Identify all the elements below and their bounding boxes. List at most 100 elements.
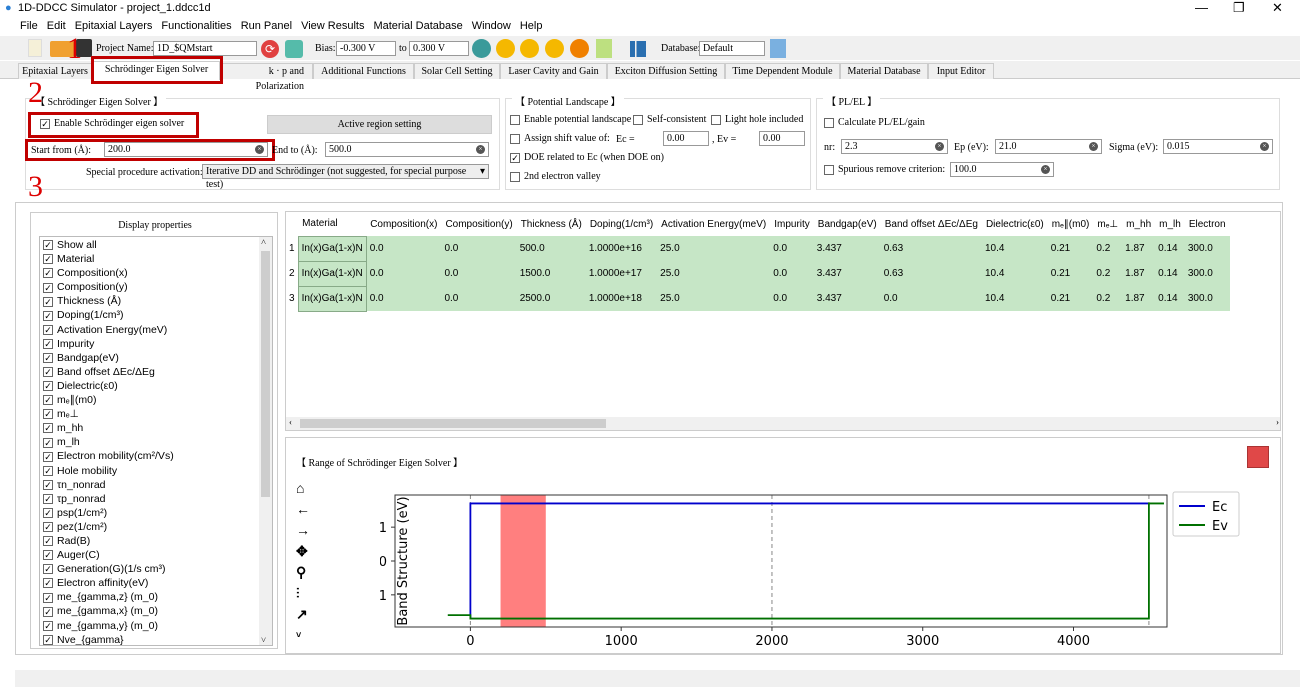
property-checkbox[interactable]: ✓ Bandgap(eV) (43, 351, 272, 365)
property-checkbox[interactable]: ✓ pez(1/cm²) (43, 520, 272, 534)
table-cell[interactable]: 0.2 (1093, 286, 1123, 311)
results-chart-icon[interactable] (630, 41, 646, 57)
special-procedure-select[interactable]: Iterative DD and Schrödinger (not sugges… (202, 164, 489, 190)
column-header[interactable]: Dielectric(ε0) (982, 212, 1048, 236)
column-header[interactable]: Electron (1185, 212, 1230, 236)
table-cell[interactable]: 0.21 (1047, 236, 1094, 261)
bar-chart-icon[interactable] (1247, 446, 1269, 468)
property-checkbox[interactable]: ✓ me_{gamma,x} (m_0) (43, 604, 272, 618)
clean-icon[interactable] (596, 39, 612, 58)
project-name-input[interactable]: 1D_$QMstart (153, 41, 257, 56)
property-checkbox[interactable]: ✓ Activation Energy(meV) (43, 323, 272, 337)
column-header[interactable]: Impurity (770, 212, 814, 236)
minimize-button[interactable]: — (1195, 0, 1208, 15)
column-header[interactable]: mₑ⊥ (1093, 212, 1122, 236)
table-cell[interactable]: 3.437 (813, 236, 881, 261)
scrollbar-thumb[interactable] (261, 251, 270, 497)
property-checkbox[interactable]: ✓ Impurity (43, 337, 272, 351)
table-cell[interactable]: 1.0000e+17 (585, 261, 658, 286)
table-cell[interactable]: 0.14 (1155, 236, 1185, 261)
property-checkbox[interactable]: ✓ Show all (43, 238, 272, 252)
column-header[interactable]: Thickness (Å) (517, 212, 586, 236)
tab-kp-polarization[interactable]: k · p and Polarization (221, 63, 313, 92)
table-cell[interactable]: 0.0 (770, 261, 814, 286)
table-cell[interactable]: 1.87 (1122, 286, 1156, 311)
table-cell[interactable]: 10.4 (981, 261, 1048, 286)
doe-checkbox[interactable]: ✓ DOE related to Ec (when DOE on) (510, 152, 664, 163)
table-row[interactable]: 1 In(x)Ga(1-x)N 0.0 0.0 500.0 1.0000e+16 25.0 0… (286, 235, 1230, 262)
forward-icon[interactable]: → (296, 520, 314, 541)
table-cell[interactable]: 1.0000e+18 (585, 286, 658, 311)
menu-material-database[interactable]: Material Database (373, 20, 462, 32)
tab-solar-cell-setting[interactable]: Solar Cell Setting (414, 63, 500, 79)
table-cell[interactable]: 3.437 (813, 261, 881, 286)
table-cell[interactable]: 0.0 (441, 236, 517, 261)
menu-edit[interactable]: Edit (47, 20, 66, 32)
database-input[interactable]: Default (699, 41, 765, 56)
property-checkbox[interactable]: ✓ τp_nonrad (43, 492, 272, 506)
table-row[interactable]: 3 In(x)Ga(1-x)N 0.0 0.0 2500.0 1.0000e+18 25.0… (286, 285, 1230, 312)
refresh-icon[interactable]: ⟳ (261, 40, 279, 58)
property-checkbox[interactable]: ✓ psp(1/cm²) (43, 506, 272, 520)
menu-window[interactable]: Window (472, 20, 511, 32)
table-cell[interactable]: 500.0 (516, 236, 586, 261)
table-cell[interactable]: 25.0 (657, 236, 771, 261)
property-checkbox[interactable]: ✓ mₑ∥(m0) (43, 393, 272, 407)
property-checkbox[interactable]: ✓ m_lh (43, 435, 272, 449)
property-checkbox[interactable]: ✓ me_{gamma,z} (m_0) (43, 590, 272, 604)
table-cell[interactable]: 0.21 (1047, 286, 1094, 311)
menu-view-results[interactable]: View Results (301, 20, 364, 32)
pan-icon[interactable]: ✥ (296, 541, 314, 562)
table-cell[interactable]: 1.87 (1122, 236, 1156, 261)
scrollbar-thumb[interactable] (300, 419, 606, 428)
tab-time-dependent-module[interactable]: Time Dependent Module (725, 63, 840, 79)
home-icon[interactable]: ⌂ (296, 478, 314, 499)
tab-additional-functions[interactable]: Additional Functions (313, 63, 414, 79)
tab-material-database[interactable]: Material Database (840, 63, 928, 79)
property-checkbox[interactable]: ✓ Electron affinity(eV) (43, 576, 272, 590)
property-checkbox[interactable]: ✓ Material (43, 252, 272, 266)
table-cell[interactable]: 300.0 (1184, 286, 1230, 311)
nr-input[interactable]: 2.3 × (841, 139, 948, 154)
column-header[interactable]: m_hh (1122, 212, 1155, 236)
property-checkbox[interactable]: ✓ Electron mobility(cm²/Vs) (43, 449, 272, 463)
property-checkbox[interactable]: ✓ mₑ⊥ (43, 407, 272, 421)
table-cell[interactable]: 0.63 (880, 261, 982, 286)
clear-icon[interactable]: × (1089, 142, 1098, 151)
scroll-down-icon[interactable]: ˅ (261, 635, 266, 645)
table-row[interactable]: 2 In(x)Ga(1-x)N 0.0 0.0 1500.0 1.0000e+17 25.0… (286, 260, 1230, 287)
tab-laser-cavity-gain[interactable]: Laser Cavity and Gain (500, 63, 607, 79)
ep-input[interactable]: 21.0 × (995, 139, 1102, 154)
table-cell[interactable]: 0.0 (366, 286, 442, 311)
column-header[interactable]: Bandgap(eV) (814, 212, 881, 236)
property-checkbox[interactable]: ✓ Rad(B) (43, 534, 272, 548)
menu-epitaxial-layers[interactable]: Epitaxial Layers (75, 20, 153, 32)
light-hole-checkbox[interactable]: Light hole included (711, 114, 803, 125)
edit-axis-icon[interactable]: ↗ (296, 604, 314, 625)
table-cell[interactable]: 0.0 (770, 236, 814, 261)
table-cell[interactable]: 0.0 (366, 236, 442, 261)
back-icon[interactable]: ← (296, 499, 314, 520)
table-cell[interactable]: 0.0 (770, 286, 814, 311)
table-cell[interactable]: 1.87 (1122, 261, 1156, 286)
run-icon[interactable] (496, 39, 515, 58)
end-to-input[interactable]: 500.0 × (325, 142, 489, 157)
run-all-icon[interactable] (520, 39, 539, 58)
table-cell[interactable]: 0.14 (1155, 286, 1185, 311)
column-header[interactable]: m_lh (1155, 212, 1185, 236)
table-cell[interactable]: 2500.0 (516, 286, 586, 311)
scroll-up-icon[interactable]: ˄ (261, 237, 266, 247)
property-checkbox[interactable]: ✓ me_{gamma,y} (m_0) (43, 619, 272, 633)
menu-functionalities[interactable]: Functionalities (161, 20, 231, 32)
ec-spinbox[interactable]: 0.00 (663, 131, 709, 146)
spurious-checkbox[interactable]: Spurious remove criterion: (824, 164, 945, 175)
table-cell[interactable]: 1.0000e+16 (585, 236, 658, 261)
table-cell[interactable]: 1500.0 (516, 261, 586, 286)
second-valley-checkbox[interactable]: 2nd electron valley (510, 171, 601, 182)
property-checkbox[interactable]: ✓ Thickness (Å) (43, 294, 272, 308)
table-cell[interactable]: 0.0 (441, 261, 517, 286)
column-header[interactable]: Doping(1/cm³) (586, 212, 657, 236)
column-header[interactable]: Composition(x) (366, 212, 441, 236)
property-checkbox[interactable]: ✓ Composition(y) (43, 280, 272, 294)
property-checkbox[interactable]: ✓ m_hh (43, 421, 272, 435)
